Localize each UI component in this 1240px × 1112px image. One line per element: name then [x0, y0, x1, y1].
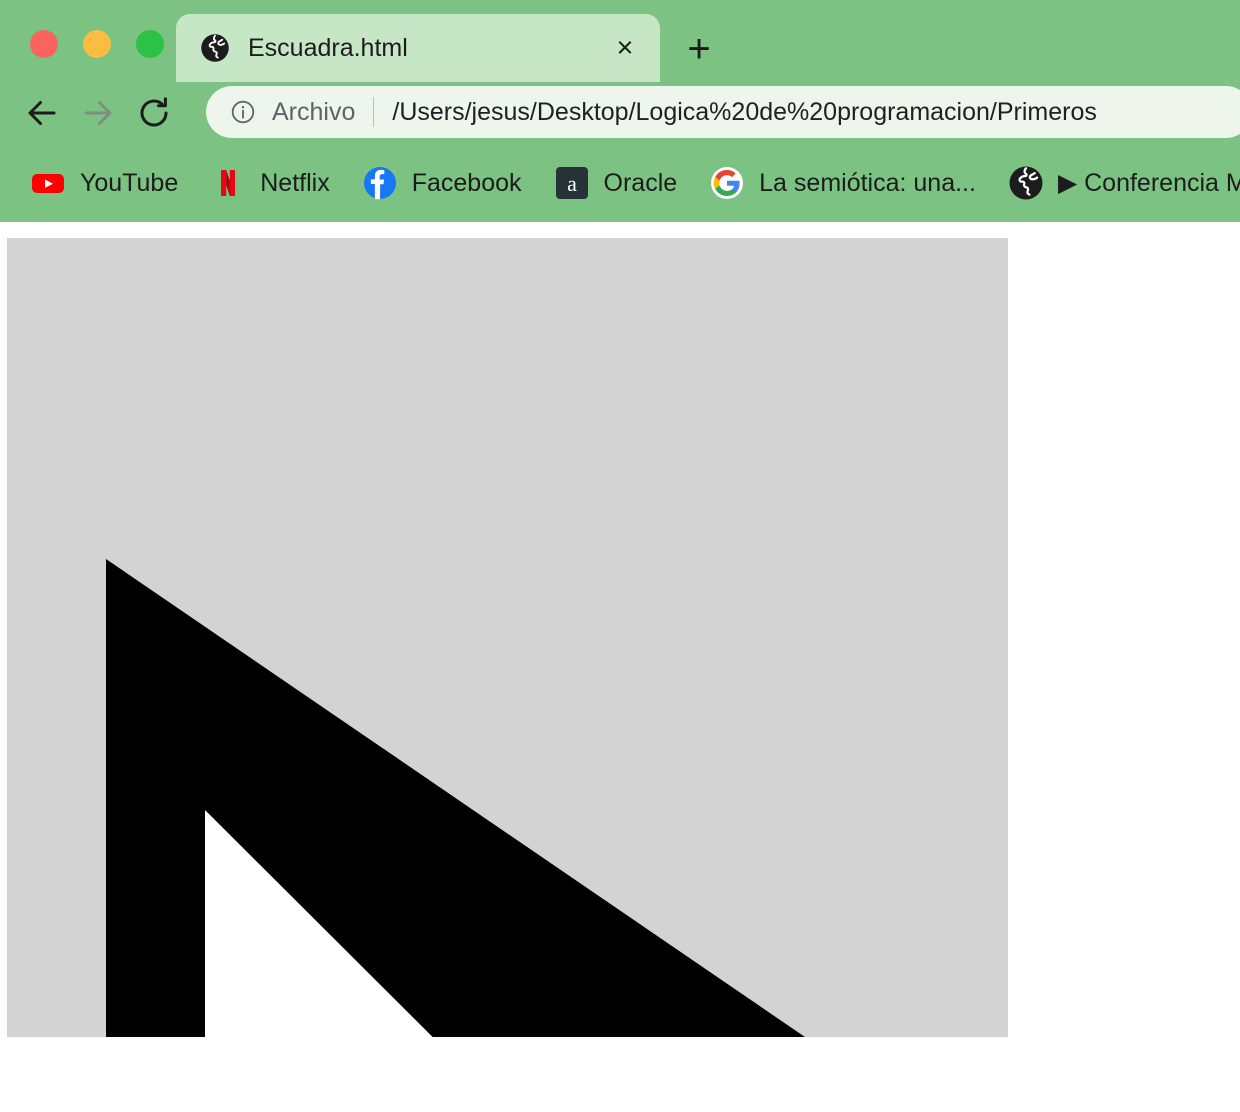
youtube-icon	[30, 165, 66, 201]
bookmark-label: ▶ Conferencia Mit	[1057, 169, 1240, 197]
maximize-window-button[interactable]	[136, 30, 164, 58]
bookmark-label: Oracle	[603, 168, 678, 197]
bookmark-netflix[interactable]: Netflix	[194, 159, 345, 207]
google-icon	[709, 165, 745, 201]
browser-tab-escuadra[interactable]: Escuadra.html ×	[176, 14, 660, 82]
bookmark-oracle[interactable]: a Oracle	[538, 159, 694, 207]
address-url-text[interactable]: /Users/jesus/Desktop/Logica%20de%20progr…	[392, 98, 1097, 127]
back-button[interactable]	[14, 88, 70, 138]
page-viewport	[0, 222, 1240, 1112]
reload-icon	[136, 95, 172, 131]
forward-button[interactable]	[70, 88, 126, 138]
bookmark-conferencia[interactable]: ▶ Conferencia Mit	[992, 159, 1240, 207]
window-controls	[30, 30, 164, 58]
minimize-window-button[interactable]	[83, 30, 111, 58]
netflix-icon	[210, 165, 246, 201]
bookmark-label: Facebook	[411, 168, 522, 197]
address-scheme-label: Archivo	[272, 97, 356, 126]
reload-button[interactable]	[126, 88, 182, 138]
globe-icon	[200, 33, 230, 63]
bookmark-label: La semiótica: una...	[759, 168, 976, 197]
close-tab-button[interactable]: ×	[608, 31, 642, 65]
svg-text:a: a	[567, 171, 577, 196]
bookmark-youtube[interactable]: YouTube	[14, 159, 194, 207]
forward-arrow-icon	[80, 95, 116, 131]
address-divider	[373, 97, 375, 127]
new-tab-button[interactable]: +	[676, 28, 722, 70]
info-circle-icon[interactable]	[230, 99, 256, 125]
bookmark-label: Netflix	[260, 168, 330, 197]
globe-icon	[1008, 165, 1044, 201]
navigation-toolbar: Archivo /Users/jesus/Desktop/Logica%20de…	[0, 82, 1240, 144]
bookmarks-bar: YouTube Netflix Facebook a Oracle La sem…	[0, 144, 1240, 222]
escuadra-canvas	[7, 238, 1008, 1037]
address-bar[interactable]: Archivo /Users/jesus/Desktop/Logica%20de…	[206, 86, 1240, 138]
browser-chrome: Escuadra.html × + Archivo /Users/jesus/D…	[0, 0, 1240, 222]
oracle-icon: a	[554, 165, 590, 201]
back-arrow-icon	[24, 95, 60, 131]
escuadra-drawing	[106, 559, 805, 1037]
close-window-button[interactable]	[30, 30, 58, 58]
bookmark-label: YouTube	[80, 168, 179, 197]
tab-title: Escuadra.html	[248, 33, 408, 62]
bookmark-facebook[interactable]: Facebook	[346, 159, 538, 207]
tab-strip: Escuadra.html × +	[0, 0, 1240, 82]
facebook-icon	[362, 165, 398, 201]
bookmark-la-semiotica[interactable]: La semiótica: una...	[693, 159, 992, 207]
